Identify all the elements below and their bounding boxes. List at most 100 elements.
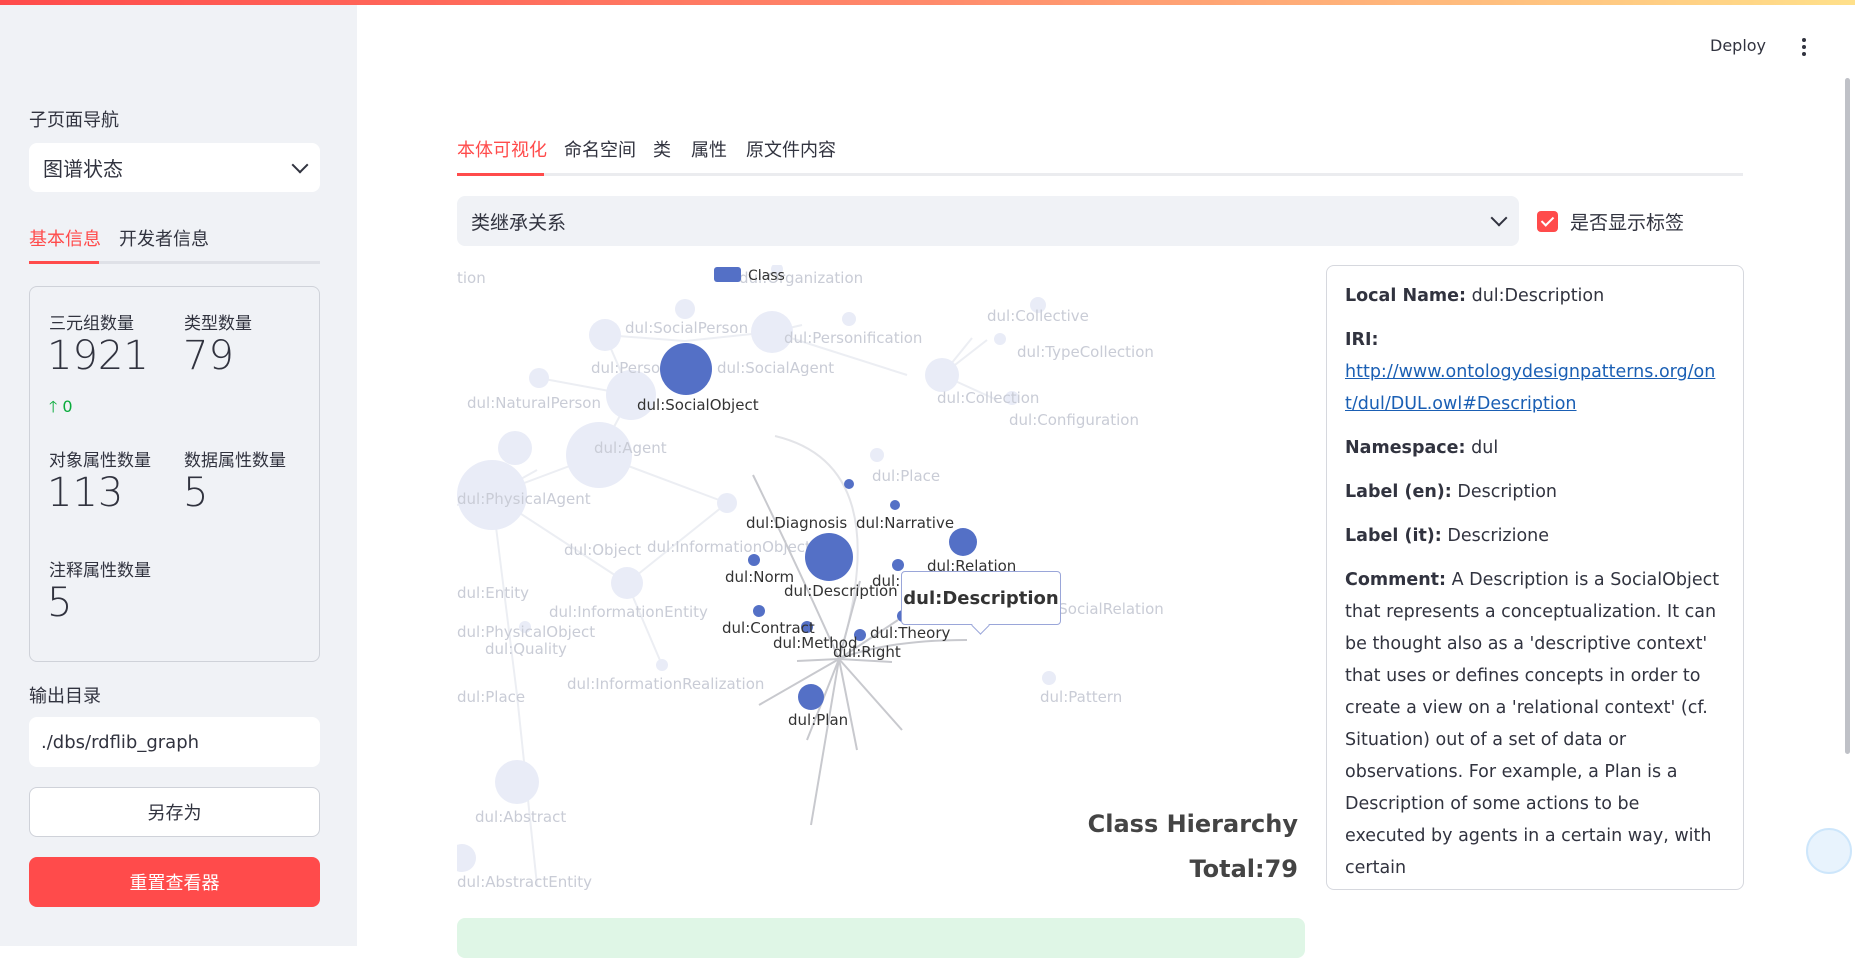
- metric-value-annotation-props: 5: [47, 580, 73, 626]
- node-label: dul:Right: [833, 643, 901, 661]
- faded-label: dul:AbstractEntity: [457, 873, 592, 890]
- metric-label-data-props: 数据属性数量: [184, 451, 286, 471]
- tab-classes[interactable]: 类: [653, 136, 671, 162]
- tab-ontology-viz[interactable]: 本体可视化: [457, 136, 547, 162]
- node-label: dul:Narrative: [856, 514, 954, 532]
- faded-label: dul:Pattern: [1040, 688, 1122, 706]
- show-labels-checkbox[interactable]: 是否显示标签: [1537, 208, 1684, 235]
- arrow-up-icon: 🡑: [49, 397, 63, 416]
- faded-label: dul:Collective: [987, 307, 1089, 325]
- faded-label: dul:InformationEntity: [549, 603, 708, 621]
- faded-label: dul:Person: [591, 359, 670, 377]
- faded-label: dul:InformationRealization: [567, 675, 764, 693]
- chevron-down-icon: [1490, 209, 1508, 227]
- faded-label: dul:PhysicalObject: [457, 623, 595, 641]
- node-narrative: [890, 500, 900, 510]
- checkbox-checked-icon[interactable]: [1537, 211, 1558, 232]
- detail-label-en: Label (en): Description: [1345, 482, 1558, 502]
- graph-type-value: 类继承关系: [471, 211, 567, 234]
- chat-assistant-icon[interactable]: [1806, 828, 1852, 874]
- detail-comment: Comment: A Description is a SocialObject…: [1345, 570, 1720, 878]
- show-labels-text: 是否显示标签: [1570, 212, 1685, 234]
- faded-label: dul:Quality: [485, 640, 567, 658]
- node-detail-panel: Local Name: dul:Description IRI: http://w…: [1326, 265, 1744, 890]
- tab-basic-info[interactable]: 基本信息: [29, 225, 101, 251]
- faded-label: dul:Collection: [937, 389, 1039, 407]
- hierarchy-title: Class Hierarchy: [1087, 810, 1298, 838]
- output-dir-label: 输出目录: [29, 686, 101, 707]
- node-label: dul:Norm: [725, 568, 794, 586]
- svg-text:tion: tion: [457, 269, 486, 287]
- metric-value-triples: 1921: [47, 333, 149, 379]
- node-social-object: [660, 343, 712, 395]
- detail-iri: IRI: http://www.ontologydesignpatterns.or…: [1345, 330, 1716, 414]
- faded-label: dul:InformationObject: [647, 538, 811, 556]
- node-label: dul:Diagnosis: [746, 514, 847, 532]
- nav-selected-value: 图谱状态: [43, 157, 123, 181]
- detail-namespace: Namespace: dul: [1345, 438, 1499, 458]
- metric-label-annotation-props: 注释属性数量: [49, 561, 151, 581]
- metric-label-triples: 三元组数量: [49, 314, 134, 334]
- node-contract: [753, 605, 765, 617]
- sidebar-tabs: 基本信息 开发者信息: [29, 219, 320, 264]
- more-options-icon[interactable]: [1800, 36, 1808, 58]
- node-norm: [748, 554, 760, 566]
- iri-link[interactable]: http://www.ontologydesignpatterns.org/on…: [1345, 362, 1715, 414]
- node-tooltip: dul:Description: [901, 571, 1061, 625]
- reset-viewer-button[interactable]: 重置查看器: [29, 857, 320, 907]
- subpage-nav-select[interactable]: 图谱状态: [29, 143, 320, 192]
- metric-label-classes: 类型数量: [184, 314, 252, 334]
- legend-label: Class: [748, 268, 785, 284]
- node-diagnosis: [844, 479, 854, 489]
- metric-value-data-props: 5: [183, 470, 209, 516]
- sidebar: 子页面导航 图谱状态 基本信息 开发者信息 三元组数量 1921 🡑 0 类型数…: [0, 5, 357, 946]
- faded-label: dul:Entity: [457, 584, 529, 602]
- metrics-card: 三元组数量 1921 🡑 0 类型数量 79 对象属性数量 113 数据属性数量…: [29, 286, 320, 662]
- legend-swatch: [714, 267, 741, 282]
- metric-value-object-props: 113: [47, 470, 124, 516]
- active-tab-indicator: [29, 261, 99, 264]
- graph-canvas[interactable]: tion dul:Organization dul:SocialPerson d…: [457, 265, 1303, 890]
- node-description: [805, 533, 853, 581]
- node-relation: [949, 528, 977, 556]
- faded-label: dul:Object: [564, 541, 641, 559]
- active-tab-indicator: [457, 173, 544, 176]
- faded-label: dul:Place: [457, 688, 525, 706]
- faded-label: dul:Agent: [594, 439, 667, 457]
- graph-type-select[interactable]: 类继承关系: [457, 196, 1519, 246]
- main-tabs: 本体可视化 命名空间 类 属性 原文件内容: [457, 130, 1743, 176]
- chevron-down-icon: [291, 156, 309, 173]
- faded-label: dul:SocialPerson: [625, 319, 748, 337]
- tab-namespaces[interactable]: 命名空间: [564, 136, 636, 162]
- node-label: dul:Plan: [788, 711, 848, 729]
- faded-label: dul:Place: [872, 467, 940, 485]
- tab-developer-info[interactable]: 开发者信息: [119, 225, 209, 251]
- metric-delta: 🡑 0: [49, 396, 73, 423]
- nav-label: 子页面导航: [29, 110, 119, 131]
- faded-label: dul:NaturalPerson: [467, 394, 601, 412]
- metric-delta-value: 0: [62, 397, 73, 416]
- node-goal: [892, 559, 904, 571]
- metric-label-object-props: 对象属性数量: [49, 451, 151, 471]
- success-alert: [457, 918, 1305, 958]
- detail-label-it: Label (it): Descrizione: [1345, 526, 1550, 546]
- node-plan: [798, 684, 824, 710]
- legend: Class: [714, 267, 785, 284]
- output-dir-input[interactable]: ./dbs/rdflib_graph: [29, 717, 320, 767]
- node-label: dul:Theory: [870, 624, 950, 642]
- deploy-button[interactable]: Deploy: [1710, 36, 1766, 55]
- save-as-button[interactable]: 另存为: [29, 787, 320, 837]
- faded-label: dul:TypeCollection: [1017, 343, 1154, 361]
- node-label: dul:SocialObject: [637, 396, 759, 414]
- faded-label: dul:Personification: [784, 329, 922, 347]
- metric-value-classes: 79: [183, 333, 234, 379]
- faded-label: dul:PhysicalAgent: [457, 490, 591, 508]
- faded-label: dul:SocialAgent: [717, 359, 834, 377]
- faded-label: dul:Configuration: [1009, 411, 1139, 429]
- tab-properties[interactable]: 属性: [691, 136, 727, 162]
- scrollbar[interactable]: [1845, 78, 1850, 754]
- graph-svg: tion dul:Organization dul:SocialPerson d…: [457, 265, 1164, 890]
- detail-local-name: Local Name: dul:Description: [1345, 286, 1605, 306]
- tab-raw-file[interactable]: 原文件内容: [746, 136, 836, 162]
- hierarchy-total: Total:79: [1189, 855, 1298, 883]
